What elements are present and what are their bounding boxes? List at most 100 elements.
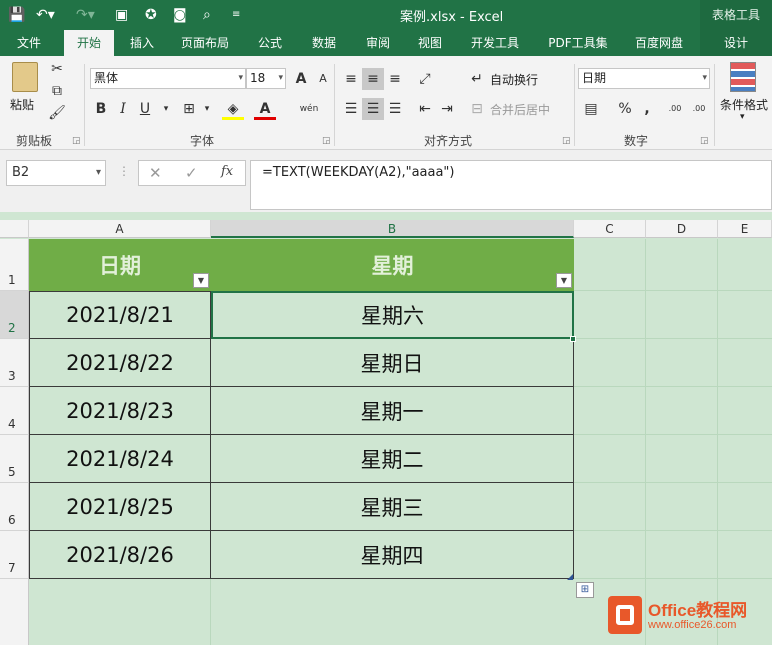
row-header-5[interactable]: 5	[0, 435, 29, 483]
font-size-select[interactable]: 18 ▾	[246, 68, 286, 89]
align-center-icon[interactable]: ☰	[362, 98, 384, 120]
fill-color-icon[interactable]: ◈	[222, 98, 244, 120]
decrease-indent-icon[interactable]: ⇤	[414, 98, 436, 120]
column-header-b[interactable]: B	[211, 220, 574, 238]
align-right-icon[interactable]: ☰	[384, 98, 406, 120]
cell-a3[interactable]: 2021/8/22	[29, 339, 211, 387]
row-header-4[interactable]: 4	[0, 387, 29, 435]
merge-center-icon[interactable]: ⊟	[466, 98, 488, 120]
row-header-8[interactable]	[0, 579, 29, 645]
font-color-icon[interactable]: A	[254, 98, 276, 120]
cell-b6[interactable]: 星期三	[211, 483, 574, 531]
increase-decimal-icon[interactable]: .00	[664, 98, 686, 120]
row-header-2[interactable]: 2	[0, 291, 29, 339]
alignment-group-label: 对齐方式	[424, 134, 473, 148]
cell-a6[interactable]: 2021/8/25	[29, 483, 211, 531]
save-icon[interactable]: 💾	[8, 5, 25, 25]
column-header-c[interactable]: C	[574, 220, 646, 238]
accounting-format-icon[interactable]: ▤	[580, 98, 602, 120]
customize-qat-icon[interactable]: ≡	[232, 5, 240, 25]
tab-view[interactable]: 视图	[408, 30, 452, 56]
copy-icon[interactable]: ⧉	[46, 80, 68, 102]
conditional-formatting-icon[interactable]	[730, 62, 756, 92]
tab-home[interactable]: 开始	[64, 30, 114, 56]
cell-b5[interactable]: 星期二	[211, 435, 574, 483]
font-name-select[interactable]: 黑体 ▾	[90, 68, 246, 89]
clipboard-launcher-icon[interactable]: ◲	[72, 136, 81, 146]
quick-access-icon-1[interactable]: ▣	[115, 5, 128, 25]
cell-b4[interactable]: 星期一	[211, 387, 574, 435]
align-bottom-icon[interactable]: ≡	[384, 68, 406, 90]
name-box[interactable]: B2 ▾	[6, 160, 106, 186]
wrap-text-icon[interactable]: ↵	[466, 68, 488, 90]
tab-review[interactable]: 审阅	[356, 30, 400, 56]
cell-a2[interactable]: 2021/8/21	[29, 291, 211, 339]
tab-developer[interactable]: 开发工具	[462, 30, 528, 56]
underline-button[interactable]: U	[134, 98, 156, 120]
conditional-formatting-button[interactable]: 条件格式	[720, 96, 768, 113]
cell-a5[interactable]: 2021/8/24	[29, 435, 211, 483]
cut-icon[interactable]: ✂	[46, 58, 68, 80]
column-header-e[interactable]: E	[718, 220, 772, 238]
font-launcher-icon[interactable]: ◲	[322, 136, 331, 146]
decrease-decimal-icon[interactable]: .00	[688, 98, 710, 120]
phonetic-guide-icon[interactable]: wén	[298, 98, 320, 120]
cell-b3[interactable]: 星期日	[211, 339, 574, 387]
conditional-formatting-dropdown-icon[interactable]: ▾	[740, 112, 745, 122]
align-left-icon[interactable]: ☰	[340, 98, 362, 120]
column-header-d[interactable]: D	[646, 220, 718, 238]
fill-handle[interactable]	[570, 336, 576, 342]
orientation-icon[interactable]: ⤢	[414, 68, 436, 90]
redo-icon[interactable]: ↷▾	[76, 5, 95, 25]
undo-icon[interactable]: ↶▾	[36, 5, 55, 25]
tab-file[interactable]: 文件	[8, 30, 50, 56]
tab-formulas[interactable]: 公式	[248, 30, 292, 56]
cell-b2[interactable]: 星期六	[211, 291, 574, 339]
tab-pdf-tools[interactable]: PDF工具集	[540, 30, 616, 56]
cell-a7[interactable]: 2021/8/26	[29, 531, 211, 579]
borders-dropdown-icon[interactable]: ▾	[196, 98, 218, 120]
wrap-text-button[interactable]: 自动换行	[490, 71, 538, 88]
camera-icon[interactable]: ◙	[173, 5, 187, 25]
row-header-7[interactable]: 7	[0, 531, 29, 579]
align-top-icon[interactable]: ≡	[340, 68, 362, 90]
tab-page-layout[interactable]: 页面布局	[172, 30, 238, 56]
cancel-icon[interactable]: ✕	[149, 164, 162, 182]
insert-function-icon[interactable]: fx	[221, 164, 233, 179]
formula-input[interactable]: =TEXT(WEEKDAY(A2),"aaaa")	[250, 160, 772, 210]
row-header-6[interactable]: 6	[0, 483, 29, 531]
number-format-select[interactable]: 日期 ▾	[578, 68, 710, 89]
enter-icon[interactable]: ✓	[185, 164, 198, 182]
tab-design[interactable]: 设计	[700, 30, 772, 56]
column-header-a[interactable]: A	[29, 220, 211, 238]
paste-button[interactable]: 粘贴	[10, 96, 34, 113]
grow-font-icon[interactable]: A	[290, 68, 312, 90]
row-header-3[interactable]: 3	[0, 339, 29, 387]
select-all-corner[interactable]	[0, 220, 29, 238]
percent-style-button[interactable]: %	[614, 98, 636, 120]
quick-access-icon-2[interactable]: ✪	[145, 5, 157, 25]
table-resize-handle-icon[interactable]: ◢	[567, 572, 573, 581]
align-middle-icon[interactable]: ≡	[362, 68, 384, 90]
filter-dropdown-date-icon[interactable]: ▼	[193, 273, 209, 288]
shrink-font-icon[interactable]: A	[312, 68, 334, 90]
bold-button[interactable]: B	[90, 98, 112, 120]
tab-data[interactable]: 数据	[302, 30, 346, 56]
tab-insert[interactable]: 插入	[120, 30, 164, 56]
filter-dropdown-weekday-icon[interactable]: ▼	[556, 273, 572, 288]
increase-indent-icon[interactable]: ⇥	[436, 98, 458, 120]
italic-button[interactable]: I	[112, 98, 134, 120]
tab-baidu-netdisk[interactable]: 百度网盘	[626, 30, 692, 56]
cell-a4[interactable]: 2021/8/23	[29, 387, 211, 435]
format-painter-icon[interactable]: 🖌	[46, 102, 68, 124]
cell-b7[interactable]: 星期四	[211, 531, 574, 579]
underline-dropdown-icon[interactable]: ▾	[155, 98, 177, 120]
paste-icon[interactable]	[12, 62, 38, 92]
number-launcher-icon[interactable]: ◲	[700, 136, 709, 146]
quick-analysis-icon[interactable]: ⊞	[576, 582, 594, 598]
row-header-1[interactable]: 1	[0, 239, 29, 291]
merge-center-button[interactable]: 合并后居中	[490, 101, 550, 118]
alignment-launcher-icon[interactable]: ◲	[562, 136, 571, 146]
print-preview-icon[interactable]: ⌕	[203, 5, 211, 25]
comma-style-button[interactable]: ,	[636, 98, 658, 120]
